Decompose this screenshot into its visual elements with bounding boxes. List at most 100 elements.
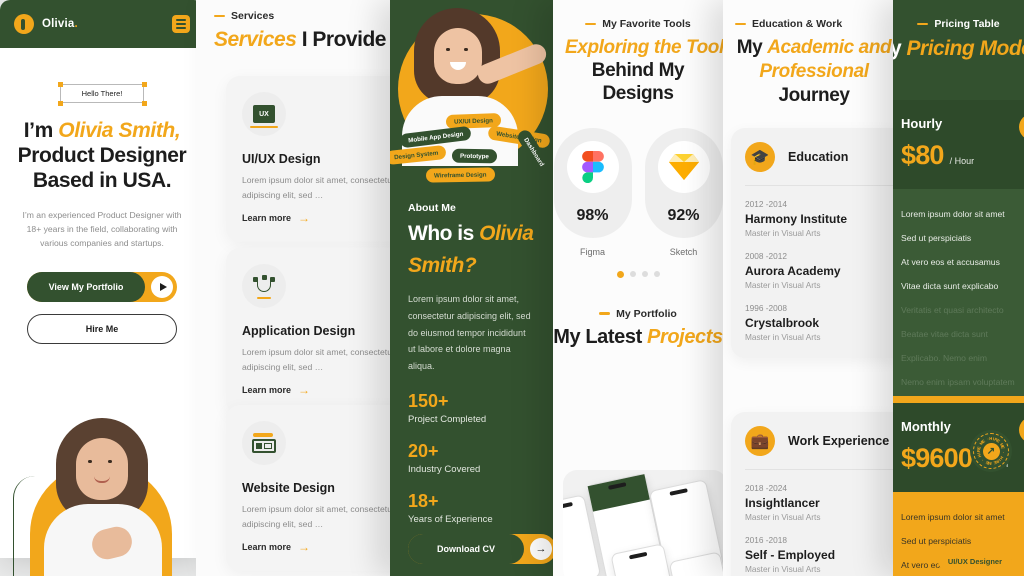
service-card[interactable]: UX UI/UX Design Lorem ipsum dolor sit am…: [226, 76, 392, 243]
pricing-plan-amount: $80 / Hour: [901, 140, 1024, 171]
education-name: Aurora Academy: [745, 264, 841, 278]
tool-percent: 98%: [576, 206, 609, 224]
tool-item[interactable]: 92% Sketch: [644, 127, 723, 257]
education-name: Harmony Institute: [745, 212, 848, 226]
education-item: 2008 -2012 Aurora Academy Master in Visu…: [745, 251, 893, 290]
tools-tag: My Favorite Tools: [565, 18, 711, 30]
hero-topbar: Olivia.: [0, 0, 204, 48]
hero-portrait: [38, 416, 166, 576]
services-heading: Services I Provide: [214, 28, 392, 53]
services-tag: Services: [214, 10, 392, 22]
pricing-amount-value: $80: [901, 140, 944, 170]
service-learn-more-label: Learn more: [242, 385, 292, 396]
dash-icon: [735, 22, 746, 26]
pricing-plan-card[interactable]: Hourly $80 / Hour ↗ Lorem ipsum dolor si…: [893, 100, 1024, 408]
pricing-feature: Explicabo. Nemo enim: [901, 353, 987, 363]
ux-screen-icon: UX: [250, 105, 278, 128]
badge-rotating-text: HIRE ME · HIRE ME · HIRE ME ·: [975, 436, 1006, 467]
service-title: UI/UX Design: [242, 152, 321, 166]
role-pill: UI/UX Designer: [937, 553, 1012, 570]
education-group-card: 🎓 Education 2012 -2014 Harmony Institute…: [731, 128, 893, 358]
hero-heading-line2: Product Designer: [17, 144, 187, 168]
service-learn-more-link[interactable]: Learn more →: [242, 212, 392, 224]
hire-me-button[interactable]: Hire Me: [27, 314, 177, 345]
service-icon-wrap: UX: [242, 92, 286, 136]
pricing-header: Pricing Table My Pricing Model: [893, 0, 1024, 61]
tool-percent: 92%: [667, 206, 700, 224]
pricing-feature: Beatae vitae dicta sunt: [901, 329, 988, 339]
resize-handle-icon[interactable]: [141, 81, 147, 87]
portfolio-header: My Portfolio My Latest Projects: [553, 308, 723, 349]
education-subtitle: Master in Visual Arts: [745, 280, 821, 290]
resize-handle-icon[interactable]: [57, 81, 63, 87]
resize-handle-icon[interactable]: [141, 100, 147, 106]
pricing-feature: Veritatis et quasi architecto: [901, 305, 1004, 315]
about-skill-tags: UX/UI Design Mobile App Design Website D…: [390, 112, 553, 190]
resize-handle-icon[interactable]: [57, 100, 63, 106]
service-card[interactable]: Application Design Lorem ipsum dolor sit…: [226, 248, 392, 415]
carousel-dot-active[interactable]: [616, 270, 624, 278]
education-subtitle: Master in Visual Arts: [745, 228, 821, 238]
panel-hero: Olivia. Hello There! I’m Olivia Smith, P…: [0, 0, 1012, 576]
pricing-feature: Lorem ipsum dolor sit amet: [901, 209, 1005, 219]
education-heading: My Academic and Professional Journey: [735, 36, 893, 107]
education-heading-accent-2: Professional: [759, 60, 869, 82]
education-group-header: 🎓 Education: [745, 142, 893, 186]
play-icon: [151, 276, 173, 299]
carousel-dots[interactable]: [553, 270, 723, 278]
about-heading-accent-2: Smith?: [408, 254, 477, 278]
pricing-plan-name: Hourly: [901, 116, 943, 131]
portfolio-heading: My Latest Projects: [553, 326, 723, 349]
education-header: Education & Work My Academic and Profess…: [723, 0, 893, 107]
hello-label: Hello There!: [60, 84, 144, 103]
education-heading-accent-1: Academic and: [767, 37, 892, 58]
services-heading-accent: Services: [214, 28, 297, 51]
pricing-feature-list: Lorem ipsum dolor sit amet Sed ut perspi…: [893, 189, 1024, 408]
pricing-divider: [893, 396, 1024, 403]
service-learn-more-link[interactable]: Learn more →: [242, 384, 392, 396]
hello-selection-box[interactable]: Hello There!: [57, 81, 147, 106]
hire-me-badge[interactable]: HIRE ME · HIRE ME · HIRE ME · ↗: [970, 430, 1012, 472]
education-group-title: Education: [788, 150, 849, 164]
carousel-dot[interactable]: [641, 270, 648, 277]
pricing-plan-top: Hourly $80 / Hour ↗: [893, 100, 1024, 189]
brand-dot: .: [74, 18, 78, 30]
tool-name: Sketch: [669, 246, 698, 257]
tools-tag-label: My Favorite Tools: [602, 18, 691, 30]
tools-list: 98% Figma 92% Sketch: [553, 127, 723, 257]
carousel-dot[interactable]: [629, 270, 636, 277]
hero-heading-accent: Olivia Smith,: [58, 119, 181, 142]
logo-mark-icon: [14, 14, 34, 34]
brand-name: Olivia.: [42, 18, 78, 30]
arrow-right-icon: →: [298, 211, 311, 226]
dash-icon: [585, 22, 597, 26]
view-portfolio-button[interactable]: View My Portfolio: [27, 272, 177, 303]
services-heading-rest: I Provide: [296, 28, 387, 51]
about-photo: UX/UI Design Mobile App Design Website D…: [390, 0, 553, 196]
portfolio-tag: My Portfolio: [553, 308, 723, 320]
hamburger-icon[interactable]: [172, 15, 190, 33]
carousel-dot[interactable]: [653, 270, 660, 277]
tool-name: Figma: [579, 246, 605, 257]
education-tag-label: Education & Work: [752, 18, 843, 30]
brand-logo[interactable]: Olivia.: [14, 14, 78, 34]
service-icon-wrap: [242, 264, 286, 308]
education-item: 1996 -2008 Crystalbrook Master in Visual…: [745, 303, 893, 342]
about-heading-accent-1: Olivia: [479, 222, 534, 245]
view-portfolio-label: View My Portfolio: [27, 272, 145, 303]
education-item: 2012 -2014 Harmony Institute Master in V…: [745, 199, 893, 238]
about-paragraph: Lorem ipsum dolor sit amet, consectetur …: [408, 294, 531, 371]
service-learn-more-label: Learn more: [242, 213, 292, 224]
hero-photo: HIRE ME · HIRE ME · HIRE ME · ↗ UI/UX De…: [0, 408, 1024, 576]
pricing-heading: My Pricing Model: [893, 37, 1024, 61]
tools-heading-accent: Exploring the Tools: [565, 37, 723, 58]
tool-item[interactable]: 98% Figma: [553, 127, 632, 257]
pricing-feature: Vitae dicta sunt explicabo: [901, 281, 999, 291]
skill-tag: Wireframe Design: [425, 167, 495, 183]
hire-me-label: Hire Me: [85, 324, 119, 335]
tools-heading: Exploring the Tools Behind My Designs: [565, 36, 723, 106]
education-subtitle: Master in Visual Arts: [745, 332, 821, 342]
hero-paragraph: I’m an experienced Product Designer with…: [22, 209, 182, 248]
services-tag-label: Services: [231, 10, 275, 22]
tool-card: 98%: [553, 127, 632, 238]
